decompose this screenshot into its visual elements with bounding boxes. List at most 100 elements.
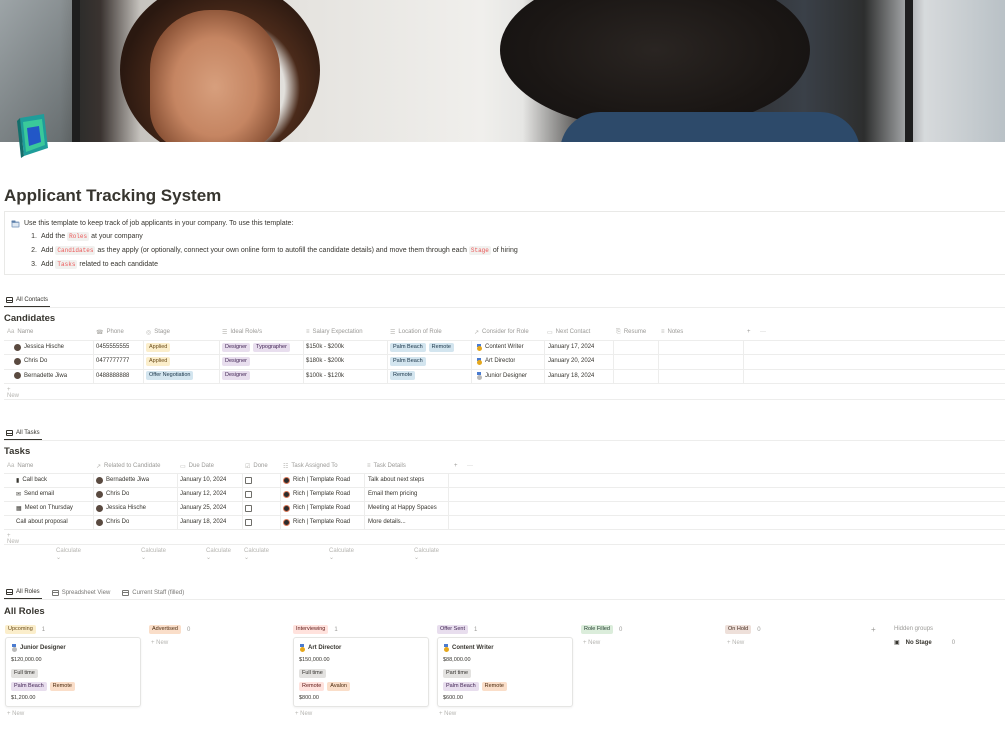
salary-cell[interactable]: $150k - $200k — [306, 340, 344, 354]
table-row-name[interactable]: ▮ Call back — [16, 473, 96, 487]
new-card-button[interactable]: + New — [583, 640, 600, 646]
new-card-button[interactable]: + New — [7, 711, 24, 717]
related-candidate-cell[interactable]: Chris Do — [96, 515, 129, 529]
next-contact-cell[interactable]: January 20, 2024 — [548, 354, 594, 368]
due-date-cell[interactable]: January 12, 2024 — [180, 487, 226, 501]
consider-cell[interactable]: Content Writer — [476, 340, 524, 354]
new-card-button[interactable]: + New — [295, 711, 312, 717]
phone-cell[interactable]: 0455555555 — [96, 340, 129, 354]
done-checkbox[interactable] — [245, 501, 252, 515]
tab-spreadsheet-view[interactable]: Spreadsheet View — [50, 586, 113, 599]
roles-title[interactable]: All Roles — [4, 606, 45, 617]
role-card[interactable]: Art Director $150,000.00 Full time Remot… — [293, 637, 429, 707]
due-date-cell[interactable]: January 18, 2024 — [180, 515, 226, 529]
table-row-name[interactable]: Chris Do — [14, 354, 94, 368]
column-header-salary[interactable]: ≡ Salary Expectation — [306, 325, 390, 339]
role-card[interactable]: Content Writer $88,000.00 Part time Palm… — [437, 637, 573, 707]
salary-cell[interactable]: $100k - $120k — [306, 369, 344, 383]
calculate-button[interactable]: Calculate ⌄ — [141, 548, 166, 561]
details-cell[interactable]: Talk about next steps — [368, 473, 424, 487]
new-row-button[interactable]: + New — [7, 387, 19, 399]
role-card[interactable]: Junior Designer $120,000.00 Full time Pa… — [5, 637, 141, 707]
new-card-button[interactable]: + New — [151, 640, 168, 646]
group-header[interactable]: On Hold 0 — [725, 625, 761, 634]
add-column-button[interactable]: + — [747, 325, 751, 339]
table-row-name[interactable]: Call about proposal — [16, 515, 96, 529]
group-header[interactable]: Role Filled 0 — [581, 625, 622, 634]
related-candidate-cell[interactable]: Chris Do — [96, 487, 129, 501]
page-title[interactable]: Applicant Tracking System — [4, 186, 221, 206]
done-checkbox[interactable] — [245, 487, 252, 501]
details-cell[interactable]: Meeting at Happy Spaces — [368, 501, 437, 515]
column-header-location[interactable]: ☰ Location of Role — [390, 325, 474, 339]
column-header-name[interactable]: Aa Name — [7, 459, 33, 473]
group-header[interactable]: Upcoming 1 — [5, 625, 45, 634]
new-card-button[interactable]: + New — [439, 711, 456, 717]
add-column-button[interactable]: + — [454, 459, 458, 473]
assigned-cell[interactable]: Rich | Template Road — [283, 487, 350, 501]
column-header-done[interactable]: ☑ Done — [245, 459, 268, 473]
table-row-name[interactable]: Jessica Hische — [14, 340, 94, 354]
column-header-resume[interactable]: ⎘ Resume — [616, 325, 661, 339]
table-row-name[interactable]: Bernadette Jiwa — [14, 369, 94, 383]
column-header-assigned[interactable]: ☷ Task Assigned To — [283, 459, 338, 473]
candidates-title[interactable]: Candidates — [4, 313, 55, 324]
more-options-button[interactable]: ··· — [760, 325, 766, 339]
column-header-related[interactable]: ↗ Related to Candidate — [96, 459, 160, 473]
calculate-button[interactable]: Calculate ⌄ — [206, 548, 231, 561]
column-header-next-contact[interactable]: ▭ Next Contact — [547, 325, 616, 339]
next-contact-cell[interactable]: January 17, 2024 — [548, 340, 594, 354]
consider-cell[interactable]: Junior Designer — [476, 369, 527, 383]
assigned-cell[interactable]: Rich | Template Road — [283, 515, 350, 529]
new-card-button[interactable]: + New — [727, 640, 744, 646]
column-header-stage[interactable]: ◎ Stage — [146, 325, 222, 339]
salary-cell[interactable]: $180k - $200k — [306, 354, 344, 368]
more-options-button[interactable]: ··· — [467, 459, 473, 473]
ideal-roles-cell[interactable]: Designer Typographer — [222, 340, 290, 354]
ideal-roles-cell[interactable]: Designer — [222, 369, 251, 383]
page-logo-icon[interactable] — [14, 112, 52, 162]
table-row-name[interactable]: ▦ Meet on Thursday — [16, 501, 96, 515]
no-stage-group[interactable]: ▣ No Stage 0 — [894, 639, 955, 647]
related-candidate-cell[interactable]: Jessica Hische — [96, 501, 146, 515]
location-cell[interactable]: Palm Beach — [390, 354, 426, 368]
column-header-name[interactable]: Aa Name — [7, 325, 96, 339]
related-candidate-cell[interactable]: Bernadette Jiwa — [96, 473, 149, 487]
column-header-details[interactable]: ≡ Task Details — [367, 459, 406, 473]
done-checkbox[interactable] — [245, 473, 252, 487]
column-header-notes[interactable]: ≡ Notes — [661, 325, 746, 339]
column-header-phone[interactable]: ☎ Phone — [96, 325, 146, 339]
column-header-due[interactable]: ▭ Due Date — [180, 459, 214, 473]
add-group-button[interactable]: + — [871, 625, 876, 634]
table-row-name[interactable]: ✉ Send email — [16, 487, 96, 501]
location-cell[interactable]: Palm Beach Remote — [390, 340, 454, 354]
details-cell[interactable]: More details... — [368, 515, 406, 529]
location-cell[interactable]: Remote — [390, 369, 416, 383]
group-header[interactable]: Offer Sent 1 — [437, 625, 477, 634]
calculate-button[interactable]: Calculate ⌄ — [414, 548, 439, 561]
stage-cell[interactable]: Applied — [146, 340, 171, 354]
phone-cell[interactable]: 0488888888 — [96, 369, 129, 383]
phone-cell[interactable]: 0477777777 — [96, 354, 129, 368]
tab-all-contacts[interactable]: All Contacts — [4, 294, 51, 307]
stage-cell[interactable]: Applied — [146, 354, 171, 368]
assigned-cell[interactable]: Rich | Template Road — [283, 501, 350, 515]
group-header[interactable]: Advertised 0 — [149, 625, 190, 634]
tab-all-roles[interactable]: All Roles — [4, 586, 42, 599]
tasks-title[interactable]: Tasks — [4, 446, 30, 457]
calculate-button[interactable]: Calculate ⌄ — [244, 548, 269, 561]
due-date-cell[interactable]: January 10, 2024 — [180, 473, 226, 487]
consider-cell[interactable]: Art Director — [476, 354, 515, 368]
group-header[interactable]: Interviewing 1 — [293, 625, 338, 634]
column-header-consider[interactable]: ↗ Consider for Role — [474, 325, 547, 339]
tab-all-tasks[interactable]: All Tasks — [4, 427, 42, 440]
tab-current-staff[interactable]: Current Staff (filled) — [120, 586, 186, 599]
done-checkbox[interactable] — [245, 515, 252, 529]
due-date-cell[interactable]: January 25, 2024 — [180, 501, 226, 515]
ideal-roles-cell[interactable]: Designer — [222, 354, 251, 368]
column-header-ideal-roles[interactable]: ☰ Ideal Role/s — [222, 325, 306, 339]
calculate-button[interactable]: Calculate ⌄ — [329, 548, 354, 561]
stage-cell[interactable]: Offer Negotiation — [146, 369, 194, 383]
next-contact-cell[interactable]: January 18, 2024 — [548, 369, 594, 383]
details-cell[interactable]: Email them pricing — [368, 487, 417, 501]
